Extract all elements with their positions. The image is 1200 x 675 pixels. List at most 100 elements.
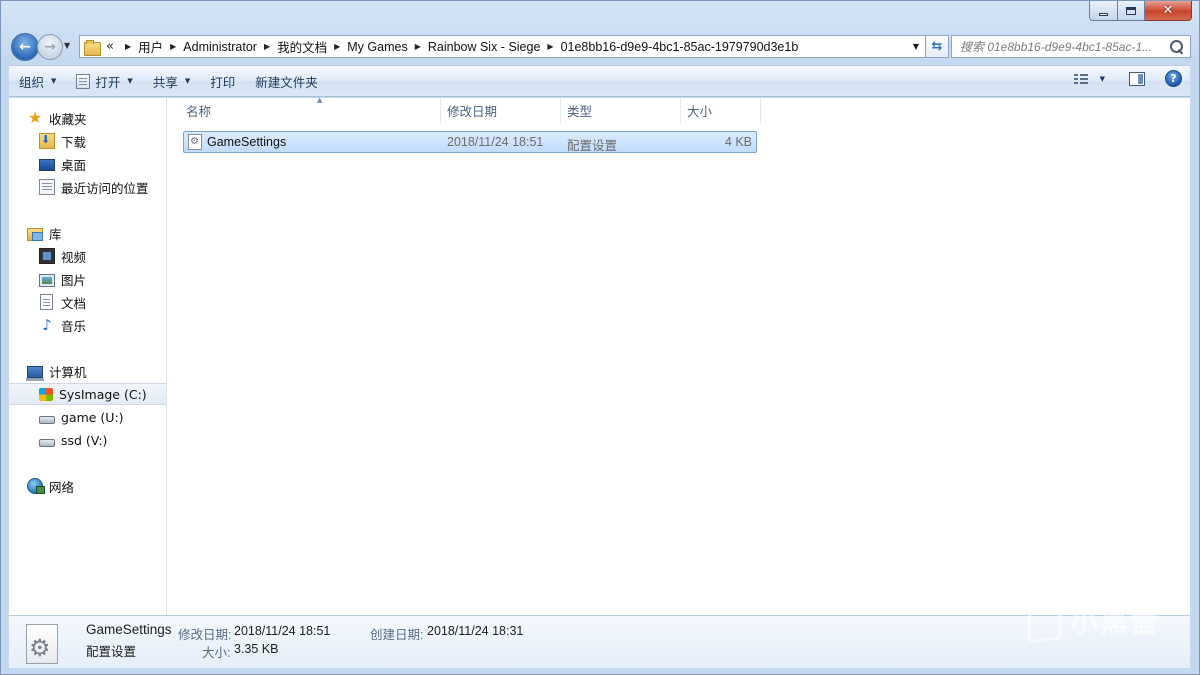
file-list-pane: ▲ 名称 修改日期 类型 大小 GameSettings 2018/11/24 1… (168, 96, 1190, 615)
windows-drive-icon (39, 388, 53, 401)
breadcrumb-chevron-icon[interactable]: ▶ (125, 42, 131, 51)
sidebar-item-recent-places[interactable]: 最近访问的位置 (39, 176, 149, 198)
chevron-down-icon: ▼ (127, 77, 133, 85)
forward-button[interactable]: → (37, 34, 63, 60)
view-options-dropdown[interactable]: ▼ (1100, 75, 1105, 83)
star-icon: ★ (27, 108, 43, 127)
details-file-name: GameSettings (86, 622, 172, 637)
help-icon[interactable]: ? (1165, 70, 1182, 87)
breadcrumb-rainbow-six-siege[interactable]: Rainbow Six - Siege (428, 40, 541, 54)
watermark-text: 小黑盒 (1070, 606, 1161, 639)
column-header-label: 大小 (687, 104, 713, 119)
column-header-label: 修改日期 (447, 104, 498, 119)
address-history-dropdown[interactable]: ▼ (907, 35, 925, 58)
details-created-value: 2018/11/24 18:31 (427, 624, 524, 638)
chevron-down-icon: ▼ (184, 77, 191, 85)
breadcrumb-overflow[interactable]: « (106, 39, 114, 54)
sidebar-item-pictures[interactable]: 图片 (39, 268, 86, 290)
details-size-label: 大小: (202, 646, 231, 660)
maximize-icon (1126, 6, 1136, 15)
sidebar-item-computer[interactable]: 计算机 (26, 360, 87, 382)
column-header-label: 类型 (567, 104, 593, 119)
minimize-button[interactable] (1089, 1, 1118, 21)
close-button[interactable]: ✕ (1145, 1, 1192, 21)
address-bar[interactable]: « ▶ 用户 ▶ Administrator ▶ 我的文档 ▶ My Games… (79, 35, 925, 58)
breadcrumb-administrator[interactable]: Administrator (183, 40, 257, 54)
details-pane: GameSettings 配置设置 修改日期: 2018/11/24 18:51… (9, 615, 1190, 668)
sidebar-item-label: 图片 (61, 272, 87, 288)
recent-places-icon (39, 179, 55, 195)
print-button[interactable]: 打印 (200, 69, 245, 93)
column-header-label: 名称 (186, 104, 212, 119)
search-icon[interactable] (1168, 38, 1186, 56)
breadcrumb-chevron-icon[interactable]: ▶ (170, 42, 176, 51)
sidebar-item-drive-c[interactable]: SysImage (C:) (9, 383, 166, 405)
document-library-icon (40, 294, 53, 310)
file-name: GameSettings (207, 135, 287, 149)
sidebar-item-desktop[interactable]: 桌面 (39, 153, 86, 175)
breadcrumb-profile-folder[interactable]: 01e8bb16-d9e9-4bc1-85ac-1979790d3e1b (561, 40, 799, 54)
network-icon (27, 478, 45, 494)
sidebar-item-network[interactable]: 网络 (27, 475, 74, 497)
sidebar-item-drive-u[interactable]: game (U:) (39, 406, 124, 428)
organize-label: 组织 (19, 74, 45, 90)
chevron-down-icon: ▼ (51, 77, 57, 85)
column-header-modified[interactable]: 修改日期 (441, 98, 561, 123)
sidebar-item-label: 收藏夹 (49, 111, 87, 127)
command-bar: 组织 ▼ 打开 ▼ 共享 ▼ 打印 新建文件夹 ▼ ? (9, 65, 1190, 97)
breadcrumb-my-documents[interactable]: 我的文档 (277, 37, 327, 56)
change-view-icon[interactable] (1073, 73, 1090, 85)
breadcrumb-users[interactable]: 用户 (138, 37, 163, 56)
sidebar-item-music[interactable]: ♪ 音乐 (39, 314, 86, 336)
desktop-icon (39, 159, 55, 171)
refresh-button[interactable]: ⇆ (925, 35, 949, 58)
search-input[interactable]: 搜索 01e8bb16-d9e9-4bc1-85ac-1... (960, 38, 1168, 55)
libraries-icon (27, 227, 43, 241)
sidebar-item-downloads[interactable]: 下载 (39, 130, 86, 152)
config-file-icon (26, 624, 58, 664)
recent-pages-dropdown[interactable]: ▼ (64, 41, 70, 50)
file-size: 4 KB (724, 135, 752, 149)
file-row[interactable]: GameSettings 2018/11/24 18:51 配置设置 4 KB (183, 131, 757, 153)
picture-library-icon (39, 273, 55, 287)
back-button[interactable]: ← (11, 33, 39, 61)
watermark: 小黑盒 (1028, 598, 1161, 644)
breadcrumb-chevron-icon[interactable]: ▶ (334, 42, 340, 51)
column-header-name[interactable]: ▲ 名称 (180, 96, 441, 123)
breadcrumb-chevron-icon[interactable]: ▶ (264, 42, 270, 51)
maximize-button[interactable] (1118, 1, 1145, 21)
new-folder-button[interactable]: 新建文件夹 (245, 69, 328, 93)
sidebar-item-videos[interactable]: 视频 (39, 245, 86, 267)
breadcrumb-chevron-icon[interactable]: ▶ (547, 42, 553, 51)
sidebar-item-documents[interactable]: 文档 (39, 291, 86, 313)
sidebar-item-label: 计算机 (49, 364, 87, 380)
video-library-icon (39, 248, 55, 264)
breadcrumb-my-games[interactable]: My Games (347, 40, 407, 54)
sidebar-item-drive-v[interactable]: ssd (V:) (39, 429, 107, 451)
sort-ascending-icon: ▲ (317, 96, 323, 104)
forward-arrow-icon: → (44, 39, 56, 55)
minimize-icon (1099, 12, 1108, 16)
share-button[interactable]: 共享 ▼ (143, 69, 200, 93)
folder-icon (84, 39, 101, 56)
sidebar-item-label: 下载 (61, 134, 87, 150)
sidebar-item-label: SysImage (C:) (59, 386, 147, 402)
sidebar-item-label: 网络 (49, 479, 75, 495)
details-size-value: 3.35 KB (234, 642, 279, 656)
preview-pane-icon[interactable] (1129, 71, 1145, 86)
sidebar-item-label: game (U:) (61, 409, 124, 425)
music-note-icon: ♪ (42, 316, 52, 334)
sidebar-item-label: 最近访问的位置 (61, 180, 149, 196)
organize-button[interactable]: 组织 ▼ (9, 69, 66, 93)
open-button[interactable]: 打开 ▼ (66, 69, 142, 93)
breadcrumb-chevron-icon[interactable]: ▶ (415, 42, 421, 51)
sidebar-item-libraries[interactable]: 库 (27, 222, 62, 244)
content-area: ★ 收藏夹 下载 桌面 最近访问的位置 库 视频 图片 文档 ♪ 音乐 计算机 Sy… (9, 96, 1190, 615)
file-modified: 2018/11/24 18:51 (447, 135, 544, 149)
column-header-size[interactable]: 大小 (681, 98, 761, 123)
search-box[interactable]: 搜索 01e8bb16-d9e9-4bc1-85ac-1... (951, 35, 1191, 58)
sidebar-item-favorites[interactable]: ★ 收藏夹 (27, 107, 87, 129)
column-header-type[interactable]: 类型 (561, 98, 681, 123)
navigation-pane: ★ 收藏夹 下载 桌面 最近访问的位置 库 视频 图片 文档 ♪ 音乐 计算机 Sy… (9, 98, 167, 615)
downloads-folder-icon (39, 133, 55, 149)
